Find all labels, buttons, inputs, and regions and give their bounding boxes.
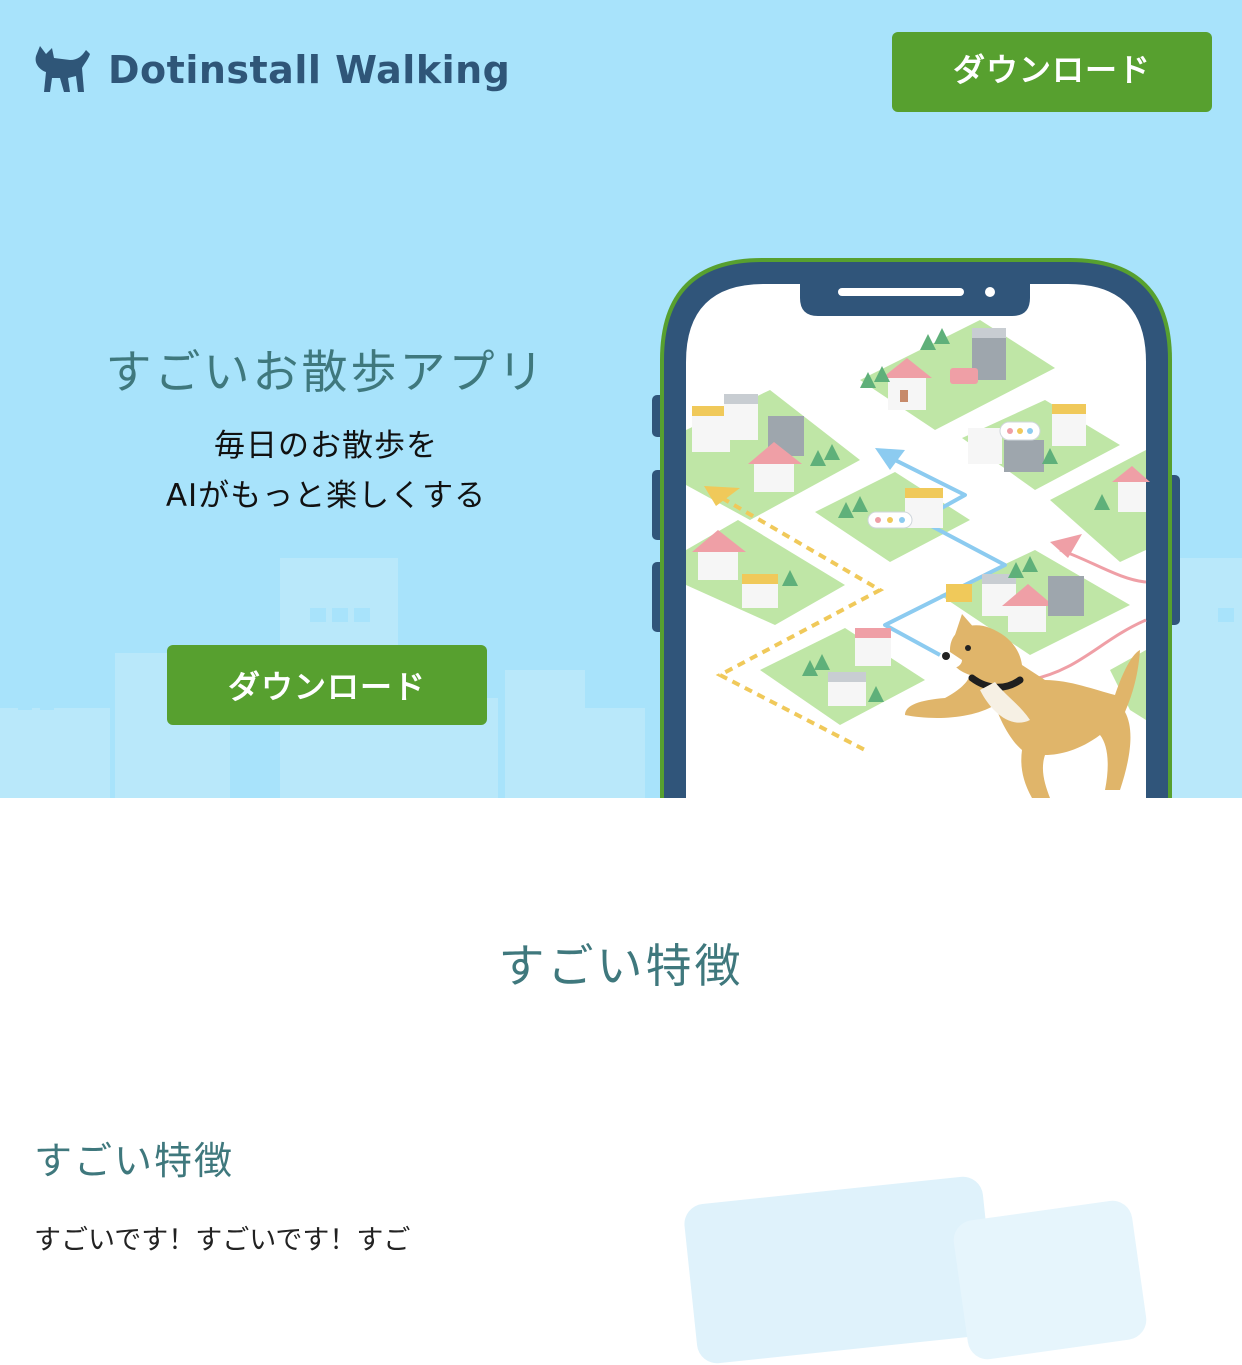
decorative-card bbox=[951, 1198, 1149, 1362]
feature-item-text: すごいです！すごいです！すご bbox=[34, 1225, 411, 1256]
hero-subtitle-line2: AIがもっと楽しくする bbox=[165, 478, 487, 514]
dog-silhouette-icon bbox=[35, 46, 90, 92]
brand-name: Dotinstall Walking bbox=[108, 48, 511, 92]
hero-subtitle-line1: 毎日のお散歩を bbox=[214, 428, 438, 464]
hero-title: すごいお散歩アプリ bbox=[105, 345, 547, 399]
feature-item-title: すごい特徴 bbox=[34, 1139, 235, 1183]
hero-section: Dotinstall Walking ダウンロード すごいお散歩アプリ 毎日のお… bbox=[0, 0, 1242, 798]
hero-download-button[interactable]: ダウンロード bbox=[167, 645, 487, 725]
features-section-title: すごい特徴 bbox=[498, 939, 744, 993]
decorative-card bbox=[682, 1174, 998, 1365]
header-download-button[interactable]: ダウンロード bbox=[892, 32, 1212, 112]
brand[interactable]: Dotinstall Walking bbox=[30, 42, 510, 98]
phone-map-dog-illustration bbox=[652, 258, 1180, 798]
